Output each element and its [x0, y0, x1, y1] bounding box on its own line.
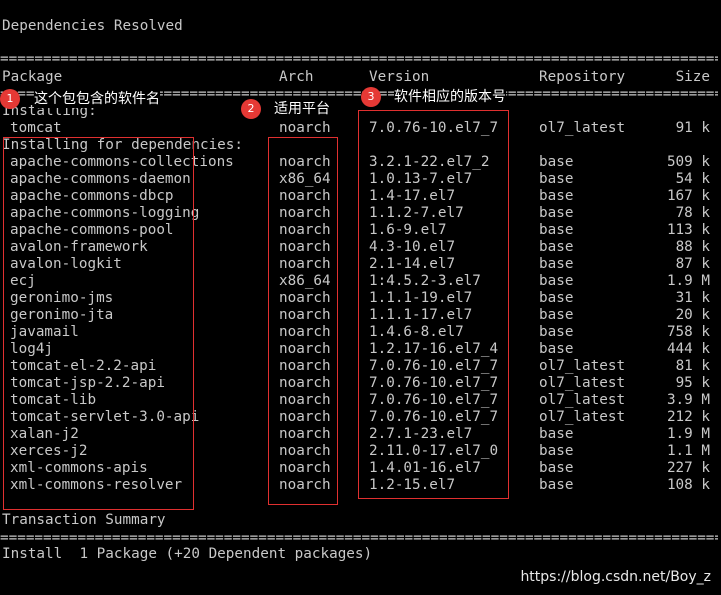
package-size: 95 k — [675, 375, 710, 391]
package-size: 78 k — [675, 205, 710, 221]
package-size: 81 k — [675, 358, 710, 374]
separator-top: ========================================… — [0, 51, 718, 67]
annotation-1-badge: 1 — [0, 89, 20, 109]
package-repo: ol7_latest — [539, 358, 626, 374]
package-size: 88 k — [675, 239, 710, 255]
package-repo: base — [539, 341, 574, 357]
header-package: Package — [2, 69, 63, 85]
package-repo: base — [539, 477, 574, 493]
package-repo: base — [539, 290, 574, 306]
package-size: 212 k — [666, 409, 710, 425]
package-size: 54 k — [675, 171, 710, 187]
package-size: 1.1 M — [666, 443, 710, 459]
header-version: Version — [369, 69, 430, 85]
annotation-2-badge: 2 — [241, 99, 261, 119]
package-repo: base — [539, 324, 574, 340]
annotation-1-text: 这个包包含的软件名 — [34, 90, 160, 108]
package-size: 509 k — [666, 154, 710, 170]
package-repo: base — [539, 239, 574, 255]
package-size: 1.9 M — [666, 273, 710, 289]
package-repo: base — [539, 307, 574, 323]
install-summary-line: Install 1 Package (+20 Dependent package… — [2, 546, 373, 562]
annotation-2-text: 适用平台 — [274, 100, 330, 118]
header-size: Size — [675, 69, 710, 85]
package-repo: ol7_latest — [539, 409, 626, 425]
version-highlight-box — [358, 110, 509, 499]
arch-highlight-box — [268, 137, 338, 505]
package-repo: ol7_latest — [539, 120, 626, 136]
package-repo: base — [539, 171, 574, 187]
package-repo: base — [539, 188, 574, 204]
dependencies-resolved-title: Dependencies Resolved — [2, 18, 183, 34]
package-size: 91 k — [675, 120, 710, 136]
package-repo: ol7_latest — [539, 375, 626, 391]
header-repository: Repository — [539, 69, 626, 85]
package-size: 167 k — [666, 188, 710, 204]
package-size: 1.9 M — [666, 426, 710, 442]
package-name: tomcat — [10, 120, 62, 136]
watermark: https://blog.csdn.net/Boy_z — [520, 569, 711, 585]
package-size: 108 k — [666, 477, 710, 493]
package-repo: ol7_latest — [539, 392, 626, 408]
package-repo: base — [539, 460, 574, 476]
package-repo: base — [539, 222, 574, 238]
package-names-highlight-box — [3, 137, 194, 510]
annotation-3-text: 软件相应的版本号 — [394, 88, 506, 106]
package-arch: noarch — [279, 120, 331, 136]
package-repo: base — [539, 256, 574, 272]
transaction-summary-title: Transaction Summary — [2, 512, 166, 528]
package-size: 444 k — [666, 341, 710, 357]
package-size: 31 k — [675, 290, 710, 306]
package-size: 20 k — [675, 307, 710, 323]
package-size: 3.9 M — [666, 392, 710, 408]
package-size: 113 k — [666, 222, 710, 238]
package-repo: base — [539, 154, 574, 170]
separator-summary: ========================================… — [0, 530, 718, 546]
package-repo: base — [539, 426, 574, 442]
header-arch: Arch — [279, 69, 314, 85]
package-repo: base — [539, 273, 574, 289]
package-size: 758 k — [666, 324, 710, 340]
annotation-3-badge: 3 — [361, 87, 381, 107]
package-size: 87 k — [675, 256, 710, 272]
package-repo: base — [539, 443, 574, 459]
package-size: 227 k — [666, 460, 710, 476]
package-repo: base — [539, 205, 574, 221]
